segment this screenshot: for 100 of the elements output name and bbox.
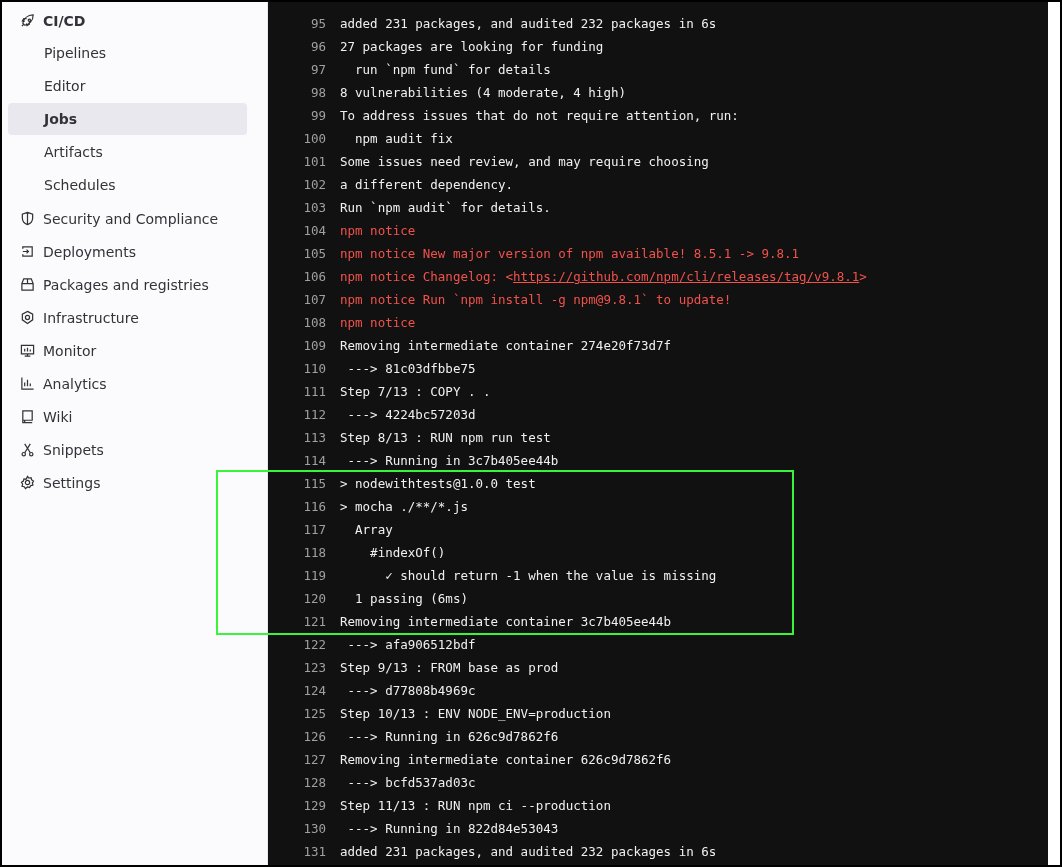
line-number: 103 — [302, 200, 326, 215]
log-line: npm notice New major version of npm available! 8.5.1 -> 9.8.1 — [340, 246, 800, 261]
line-number: 130 — [302, 821, 326, 836]
line-number: 129 — [302, 798, 326, 813]
line-number: 102 — [302, 177, 326, 192]
line-number: 118 — [302, 545, 326, 560]
line-number: 97 — [309, 62, 326, 77]
log-line: Some issues need review, and may require choosing — [340, 154, 709, 169]
book-icon — [20, 409, 35, 424]
line-number: 127 — [302, 752, 326, 767]
log-line: ✓ should return -1 when the value is missing — [384, 568, 717, 583]
log-line: ---> Running in 626c9d7862f6 — [346, 729, 559, 744]
line-number: 117 — [302, 522, 326, 537]
nav-item-label[interactable]: Analytics — [43, 375, 107, 392]
log-line: ---> afa906512bdf — [346, 637, 476, 652]
line-number: 110 — [302, 361, 326, 376]
log-line: ---> Running in 822d84e53043 — [346, 821, 559, 836]
log-line: npm notice Run `npm install -g npm@9.8.1` to update! — [340, 292, 732, 307]
nav-item-label[interactable]: Security and Compliance — [43, 210, 219, 227]
shield-icon — [20, 211, 35, 226]
nav-item-label[interactable]: Settings — [43, 474, 101, 491]
nav-subitem[interactable]: Artifacts — [8, 136, 247, 168]
line-number: 131 — [302, 844, 326, 859]
line-number: 116 — [302, 499, 326, 514]
log-line: run `npm fund` for details — [354, 62, 551, 77]
nav-section-header[interactable]: CI/CD — [8, 4, 267, 37]
line-number: 123 — [302, 660, 326, 675]
log-line: Step 10/13 : ENV NODE_ENV=production — [340, 706, 611, 721]
nav-subitem[interactable]: Jobs — [8, 103, 247, 135]
nav-section-label: CI/CD — [43, 12, 86, 29]
line-number: 113 — [302, 430, 326, 445]
line-number: 101 — [302, 154, 326, 169]
line-number: 112 — [302, 407, 326, 422]
line-number: 122 — [302, 637, 326, 652]
line-number: 98 — [309, 85, 326, 100]
line-number: 99 — [309, 108, 326, 123]
log-line: Removing intermediate container 626c9d7862f6 — [340, 752, 672, 767]
line-number: 121 — [302, 614, 326, 629]
nav-item-label[interactable]: Infrastructure — [43, 309, 139, 326]
log-line: 1 passing (6ms) — [354, 591, 468, 606]
line-number: 111 — [302, 384, 326, 399]
line-number: 120 — [302, 591, 326, 606]
line-number: 128 — [302, 775, 326, 790]
line-number: 106 — [302, 269, 326, 284]
settings-icon — [20, 475, 35, 490]
log-line: > mocha ./**/*.js — [340, 499, 468, 514]
nav-item-label[interactable]: Snippets — [43, 441, 104, 458]
log-line: ---> bcfd537ad03c — [346, 775, 476, 790]
line-number: 95 — [309, 16, 326, 31]
log-line: Run `npm audit` for details. — [340, 200, 551, 215]
scissors-icon — [20, 442, 35, 457]
log-line: To address issues that do not require attention, run: — [340, 108, 739, 123]
line-number: 100 — [302, 131, 326, 146]
package-icon — [20, 277, 35, 292]
log-line: a different dependency. — [340, 177, 514, 192]
line-number: 124 — [302, 683, 326, 698]
log-line: ---> d77808b4969c — [346, 683, 476, 698]
nav-item-label[interactable]: Wiki — [43, 408, 73, 425]
log-line: ---> 4224bc57203d — [346, 407, 476, 422]
nav-subitem[interactable]: Editor — [8, 70, 247, 102]
nav-item-label[interactable]: Packages and registries — [43, 276, 209, 293]
log-line: Removing intermediate container 3c7b405ee44b — [340, 614, 672, 629]
log-line: ---> Running in 3c7b405ee44b — [346, 453, 559, 468]
nav-subitem[interactable]: Pipelines — [8, 37, 247, 69]
line-number: 114 — [302, 453, 326, 468]
line-number: 115 — [302, 476, 326, 491]
log-line: Array — [354, 522, 393, 537]
log-line: Step 7/13 : COPY . . — [340, 384, 491, 399]
nav-subitem[interactable]: Schedules — [8, 169, 247, 201]
log-line: > nodewithtests@1.0.0 test — [340, 476, 536, 491]
log-line: Step 8/13 : RUN npm run test — [340, 430, 551, 445]
rocket-icon — [20, 13, 35, 28]
log-line: ---> 81c03dfbbe75 — [346, 361, 476, 376]
line-number: 108 — [302, 315, 326, 330]
log-line: Step 9/13 : FROM base as prod — [340, 660, 559, 675]
line-number: 109 — [302, 338, 326, 353]
log-line: #indexOf() — [369, 545, 446, 560]
changelog-link[interactable]: https://github.com/npm/cli/releases/tag/v9.8.1 — [513, 269, 860, 284]
line-number: 126 — [302, 729, 326, 744]
log-line: npm notice — [340, 315, 416, 330]
line-number: 96 — [309, 39, 326, 54]
line-number: 104 — [302, 223, 326, 238]
log-line: npm notice — [340, 223, 416, 238]
nav-item-label[interactable]: Deployments — [43, 243, 136, 260]
log-line: Removing intermediate container 274e20f73d7f — [340, 338, 672, 353]
line-number: 119 — [302, 568, 326, 583]
bar-chart-icon — [20, 376, 35, 391]
log-line: npm audit fix — [354, 131, 453, 146]
line-number: 107 — [302, 292, 326, 307]
log-line: Step 11/13 : RUN npm ci --production — [340, 798, 611, 813]
line-number: 125 — [302, 706, 326, 721]
log-line: 8 vulnerabilities (4 moderate, 4 high) — [340, 85, 626, 100]
deploy-icon — [20, 244, 35, 259]
log-line: added 231 packages, and audited 232 packages in 6s — [340, 16, 717, 31]
line-number: 105 — [302, 246, 326, 261]
log-line: added 231 packages, and audited 232 packages in 6s — [340, 844, 717, 859]
monitor-icon — [20, 343, 35, 358]
log-line: npm notice Changelog: <https://github.com/npm/cli/releases/tag/v9.8.1> — [340, 269, 867, 284]
log-line: 27 packages are looking for funding — [340, 39, 604, 54]
nav-item-label[interactable]: Monitor — [43, 342, 97, 359]
